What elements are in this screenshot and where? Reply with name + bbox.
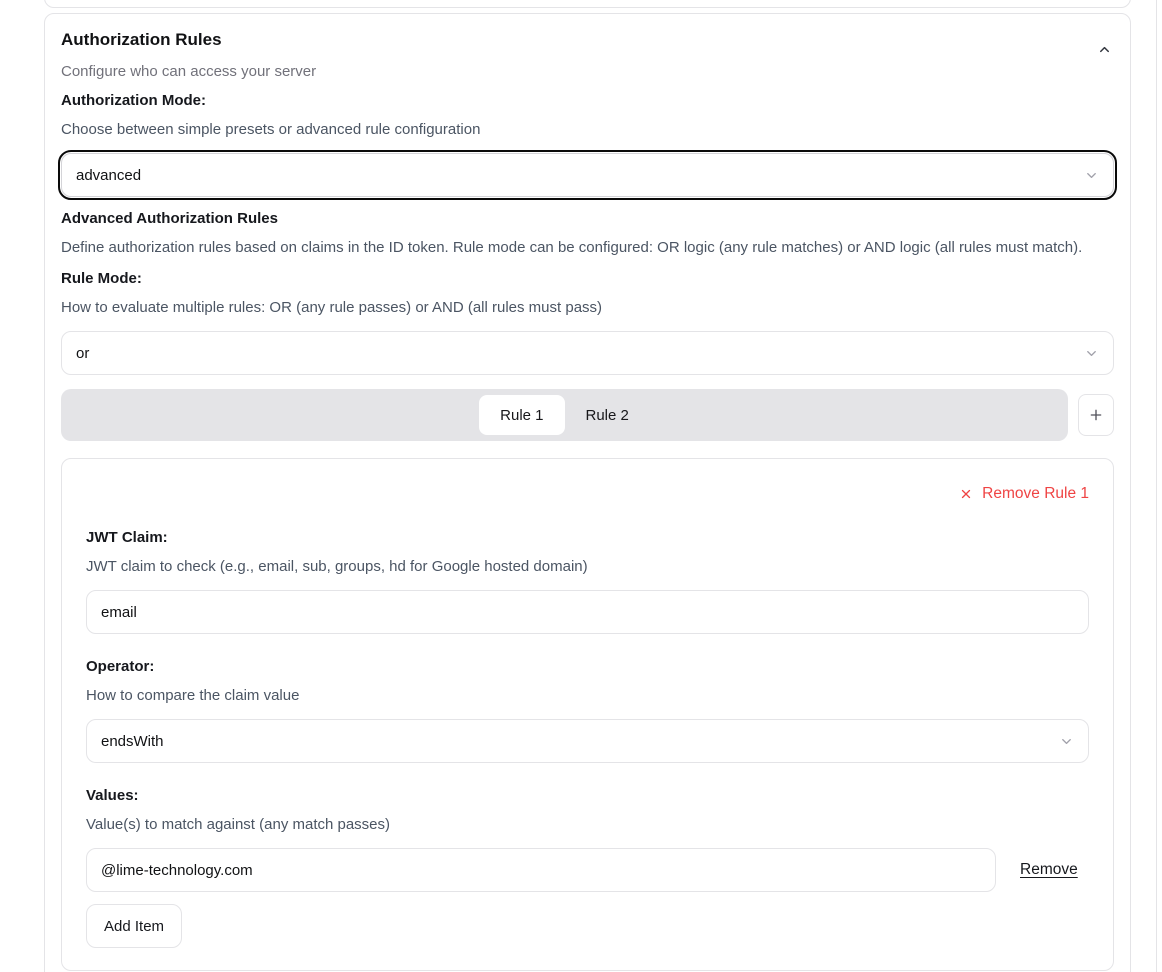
previous-section-card [44, 0, 1131, 8]
tab-rule-1[interactable]: Rule 1 [479, 395, 564, 435]
collapse-section-button[interactable] [1097, 42, 1112, 57]
remove-rule-label: Remove Rule 1 [982, 485, 1089, 503]
rule-mode-select[interactable]: or [61, 331, 1114, 375]
advanced-rules-description: Define authorization rules based on clai… [61, 239, 1114, 257]
add-item-button[interactable]: Add Item [86, 904, 182, 948]
jwt-claim-description: JWT claim to check (e.g., email, sub, gr… [86, 558, 1089, 576]
rule-1-card: Remove Rule 1 JWT Claim: JWT claim to ch… [61, 458, 1114, 971]
authorization-mode-description: Choose between simple presets or advance… [61, 121, 1114, 139]
authorization-rules-card: Authorization Rules Configure who can ac… [44, 13, 1131, 972]
x-icon [959, 487, 973, 501]
add-rule-button[interactable] [1078, 394, 1114, 436]
advanced-rules-heading: Advanced Authorization Rules [61, 210, 1114, 228]
operator-label: Operator: [86, 658, 1089, 676]
page-right-divider [1156, 0, 1157, 972]
plus-icon [1088, 407, 1104, 423]
jwt-claim-input[interactable] [86, 590, 1089, 634]
rule-mode-description: How to evaluate multiple rules: OR (any … [61, 299, 1114, 317]
value-item-row: Remove [86, 848, 1089, 892]
authorization-mode-label: Authorization Mode: [61, 92, 1114, 110]
values-description: Value(s) to match against (any match pas… [86, 816, 1089, 834]
operator-value: endsWith [101, 733, 164, 750]
tab-rule-2[interactable]: Rule 2 [565, 395, 650, 435]
authorization-mode-select[interactable]: advanced [61, 153, 1114, 197]
settings-card-stack: Authorization Rules Configure who can ac… [44, 0, 1131, 972]
authorization-mode-value: advanced [76, 167, 141, 184]
card-header: Authorization Rules [61, 30, 1114, 57]
jwt-claim-label: JWT Claim: [86, 529, 1089, 547]
remove-value-link[interactable]: Remove [1020, 861, 1078, 879]
rule-mode-value: or [76, 345, 89, 362]
rule-tabs-row: Rule 1 Rule 2 [61, 389, 1114, 441]
settings-page: Authorization Rules Configure who can ac… [0, 0, 1162, 972]
chevron-down-icon [1059, 734, 1074, 749]
operator-description: How to compare the claim value [86, 687, 1089, 705]
value-input[interactable] [86, 848, 996, 892]
remove-rule-button[interactable]: Remove Rule 1 [86, 483, 1089, 505]
rule-mode-label: Rule Mode: [61, 270, 1114, 288]
values-label: Values: [86, 787, 1089, 805]
chevron-up-icon [1097, 42, 1112, 57]
rule-tab-bar: Rule 1 Rule 2 [61, 389, 1068, 441]
chevron-down-icon [1084, 346, 1099, 361]
chevron-down-icon [1084, 168, 1099, 183]
operator-select[interactable]: endsWith [86, 719, 1089, 763]
card-title: Authorization Rules [61, 30, 222, 50]
card-subtitle: Configure who can access your server [61, 63, 1114, 81]
